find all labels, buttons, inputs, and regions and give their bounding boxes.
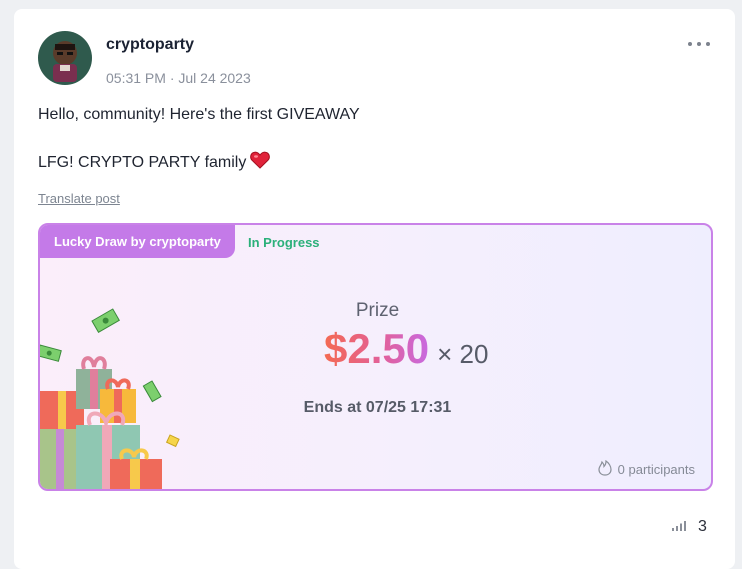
post-text-line-2: LFG! CRYPTO PARTY family (38, 151, 271, 174)
avatar[interactable] (38, 31, 92, 85)
post-text-line-1: Hello, community! Here's the first GIVEA… (38, 106, 360, 123)
author-name[interactable]: cryptoparty (106, 36, 194, 54)
prize-label: Prize (355, 300, 400, 321)
heart-icon (250, 151, 271, 174)
status-badge: In Progress (248, 235, 320, 250)
draw-end-time: Ends at 07/25 17:31 (303, 399, 452, 416)
post-text-line-2-text: LFG! CRYPTO PARTY family (38, 153, 247, 171)
more-options-icon[interactable] (688, 37, 710, 51)
post-card: cryptoparty 05:31 PM · Jul 24 2023 Hello… (14, 9, 735, 569)
gift-boxes-illustration (40, 305, 200, 489)
post-stats: 3 (672, 518, 707, 536)
fire-icon (598, 459, 612, 479)
participants-count: 0 participants (598, 459, 695, 479)
prize-multiplier: × 20 (437, 339, 489, 369)
translate-post-link[interactable]: Translate post (38, 191, 120, 206)
prize-row: $2.50 × 20 (324, 325, 488, 373)
post-timestamp: 05:31 PM · Jul 24 2023 (106, 70, 251, 86)
lucky-draw-tag: Lucky Draw by cryptoparty (40, 225, 235, 258)
participants-text: 0 participants (617, 462, 695, 477)
bar-chart-icon (672, 518, 686, 536)
prize-amount: $2.50 (324, 325, 430, 372)
lucky-draw-card[interactable]: Lucky Draw by cryptoparty In Progress Pr… (38, 223, 713, 491)
views-count: 3 (698, 518, 707, 535)
